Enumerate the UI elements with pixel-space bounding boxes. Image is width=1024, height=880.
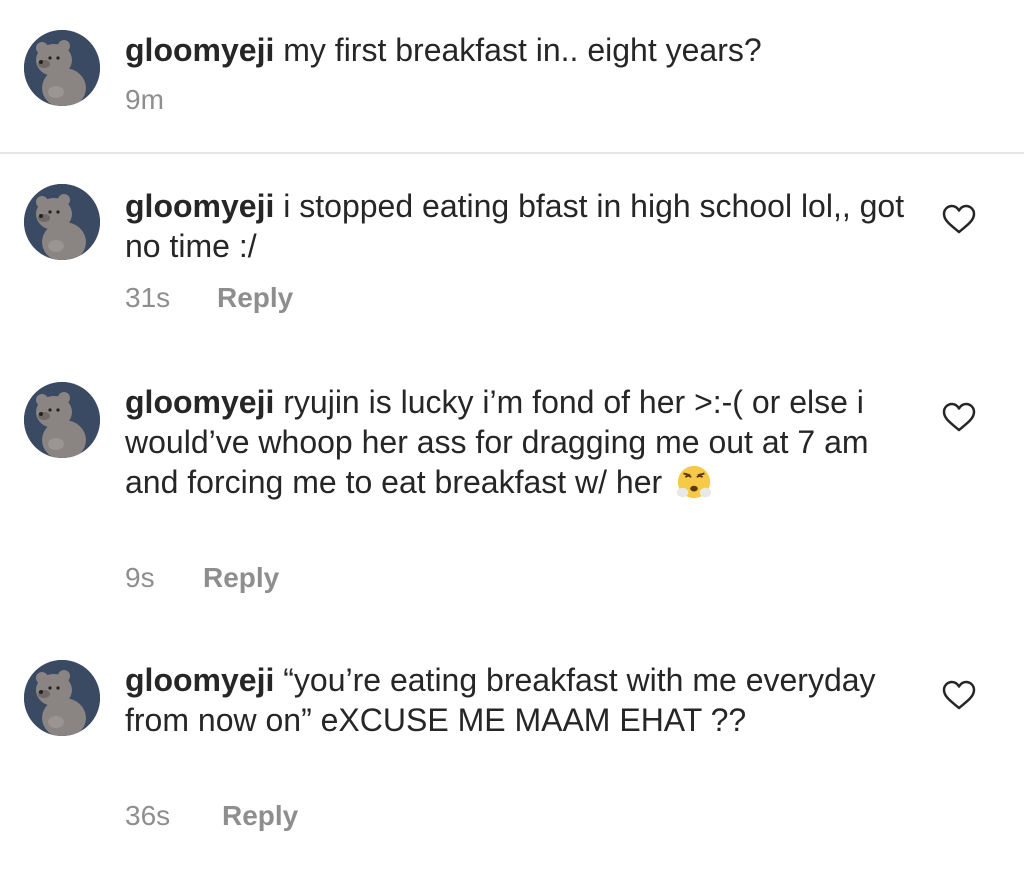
username[interactable]: gloomyeji [125, 384, 274, 420]
bear-avatar-icon [24, 184, 100, 260]
timestamp: 9m [125, 84, 164, 115]
steam-face-emoji-icon [676, 465, 712, 499]
heart-icon[interactable] [942, 204, 976, 234]
comment-meta: 31s Reply [125, 282, 293, 314]
reply-button[interactable]: Reply [203, 562, 279, 593]
username[interactable]: gloomyeji [125, 662, 274, 698]
avatar[interactable] [24, 184, 100, 260]
caption-text: gloomyeji my first breakfast in.. eight … [125, 30, 905, 70]
timestamp: 31s [125, 282, 171, 313]
bear-avatar-icon [24, 660, 100, 736]
heart-icon[interactable] [942, 680, 976, 710]
comment-item: gloomyeji “you’re eating breakfast with … [0, 656, 1024, 846]
avatar[interactable] [24, 660, 100, 736]
comment-meta: 36s Reply [125, 800, 298, 832]
bear-avatar-icon [24, 30, 100, 106]
timestamp: 9s [125, 562, 155, 593]
comment-item: gloomyeji ryujin is lucky i’m fond of he… [0, 378, 1024, 608]
divider [0, 152, 1024, 154]
username[interactable]: gloomyeji [125, 188, 274, 224]
reply-button[interactable]: Reply [222, 800, 298, 831]
avatar[interactable] [24, 382, 100, 458]
timestamp: 36s [125, 800, 171, 831]
comment-text: gloomyeji ryujin is lucky i’m fond of he… [125, 382, 905, 502]
comment-meta: 9s Reply [125, 562, 279, 594]
caption-body: my first breakfast in.. eight years? [283, 32, 762, 68]
comment-text: gloomyeji i stopped eating bfast in high… [125, 186, 905, 266]
comment-text: gloomyeji “you’re eating breakfast with … [125, 660, 905, 740]
bear-avatar-icon [24, 382, 100, 458]
comment-item: gloomyeji i stopped eating bfast in high… [0, 180, 1024, 340]
reply-button[interactable]: Reply [217, 282, 293, 313]
avatar[interactable] [24, 30, 100, 106]
post-caption: gloomyeji my first breakfast in.. eight … [0, 0, 1024, 152]
heart-icon[interactable] [942, 402, 976, 432]
username[interactable]: gloomyeji [125, 32, 274, 68]
caption-meta: 9m [125, 84, 164, 116]
